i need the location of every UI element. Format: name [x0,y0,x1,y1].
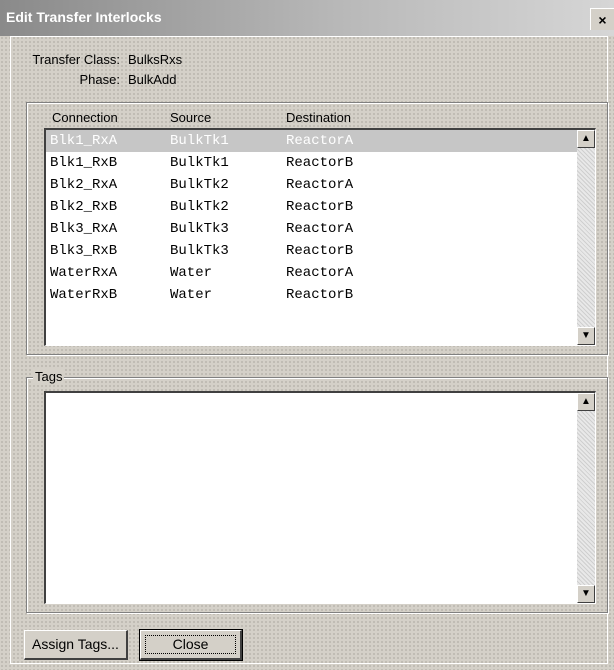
source-cell: Water [170,287,213,303]
destination-cell: ReactorB [286,287,354,303]
connections-rows: Blk1_RxA BulkTk1 ReactorA Blk1_RxB BulkTk1 Re… [46,130,577,306]
scroll-up-arrow-icon[interactable]: ▲ [577,130,595,148]
table-row[interactable]: Blk2_RxB BulkTk2 ReactorB [46,196,577,218]
source-cell: BulkTk3 [170,221,229,237]
destination-cell: ReactorA [286,177,354,193]
close-window-button[interactable]: × [590,8,614,30]
connections-list[interactable]: Blk1_RxA BulkTk1 ReactorA Blk1_RxB BulkTk1 Re… [44,128,596,346]
connection-cell: Blk3_RxB [50,243,118,259]
transfer-class-label: Transfer Class: [32,52,120,67]
tags-scrollbar[interactable]: ▲ ▼ [577,393,595,603]
connection-cell: Blk2_RxA [50,177,118,193]
table-row[interactable]: Blk1_RxB BulkTk1 ReactorB [46,152,577,174]
close-button-label: Close [172,636,209,652]
source-cell: BulkTk3 [170,243,229,259]
destination-cell: ReactorB [286,155,354,171]
table-row[interactable]: Blk1_RxA BulkTk1 ReactorA [46,130,577,152]
scroll-down-arrow-icon[interactable]: ▼ [577,585,595,603]
column-header-connection[interactable]: Connection [52,110,118,125]
table-row[interactable]: Blk3_RxA BulkTk3 ReactorA [46,218,577,240]
destination-cell: ReactorB [286,243,354,259]
source-cell: BulkTk2 [170,199,229,215]
destination-cell: ReactorA [286,265,354,281]
destination-cell: ReactorA [286,133,354,149]
source-cell: BulkTk1 [170,133,229,149]
close-button[interactable]: Close [139,629,243,661]
transfer-class-row: Transfer Class: BulksRxs [10,52,310,70]
table-row[interactable]: Blk3_RxB BulkTk3 ReactorB [46,240,577,262]
connection-cell: Blk2_RxB [50,199,118,215]
connections-scrollbar[interactable]: ▲ ▼ [577,130,595,345]
scroll-down-arrow-icon[interactable]: ▼ [577,327,595,345]
phase-label: Phase: [79,72,120,87]
connection-cell: WaterRxB [50,287,118,303]
table-row[interactable]: WaterRxB Water ReactorB [46,284,577,306]
connection-cell: WaterRxA [50,265,118,281]
source-cell: BulkTk2 [170,177,229,193]
window-title: Edit Transfer Interlocks [6,9,162,25]
destination-cell: ReactorA [286,221,354,237]
connection-cell: Blk3_RxA [50,221,118,237]
edit-transfer-interlocks-dialog: Edit Transfer Interlocks × Transfer Clas… [0,0,614,670]
connection-cell: Blk1_RxB [50,155,118,171]
destination-cell: ReactorB [286,199,354,215]
source-cell: Water [170,265,213,281]
phase-value: BulkAdd [128,72,177,87]
assign-tags-button[interactable]: Assign Tags... [24,630,128,660]
title-bar[interactable]: Edit Transfer Interlocks × [0,0,614,36]
table-row[interactable]: Blk2_RxA BulkTk2 ReactorA [46,174,577,196]
tags-caption: Tags [33,369,65,384]
tags-list[interactable]: ▲ ▼ [44,391,596,604]
column-header-source[interactable]: Source [170,110,211,125]
column-header-destination[interactable]: Destination [286,110,351,125]
scroll-up-arrow-icon[interactable]: ▲ [577,393,595,411]
transfer-class-value: BulksRxs [128,52,183,67]
table-row[interactable]: WaterRxA Water ReactorA [46,262,577,284]
source-cell: BulkTk1 [170,155,229,171]
connection-cell: Blk1_RxA [50,133,118,149]
phase-row: Phase: BulkAdd [10,72,310,90]
